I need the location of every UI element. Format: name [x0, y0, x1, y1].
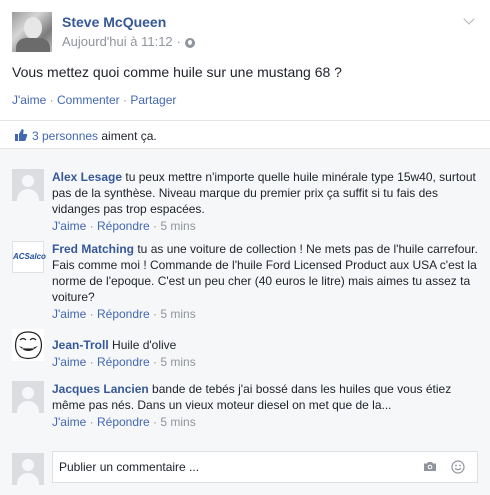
thumbs-up-icon — [15, 129, 28, 141]
comment-reply-button[interactable]: Répondre — [97, 355, 150, 369]
post-timestamp[interactable]: Aujourd'hui à 11:12 — [62, 34, 173, 49]
action-separator: · — [149, 355, 161, 369]
action-separator: · — [86, 307, 97, 321]
action-separator: · — [149, 415, 161, 429]
globe-icon[interactable] — [185, 37, 196, 48]
comment-time[interactable]: 5 mins — [160, 355, 195, 369]
comment-reply-button[interactable]: Répondre — [97, 307, 150, 321]
smiley-icon[interactable] — [451, 460, 465, 474]
comment-time[interactable]: 5 mins — [160, 415, 195, 429]
likes-suffix: aiment ça. — [98, 129, 157, 143]
author-avatar[interactable] — [12, 12, 52, 52]
comment-body: Alex Lesage tu peux mettre n'importe que… — [52, 169, 478, 234]
default-avatar[interactable] — [12, 381, 44, 413]
comment-like-button[interactable]: J'aime — [52, 415, 86, 429]
post-header: Steve McQueen Aujourd'hui à 11:12 · — [12, 12, 478, 56]
comment-like-button[interactable]: J'aime — [52, 355, 86, 369]
post-meta: Aujourd'hui à 11:12 · — [62, 34, 196, 49]
comment-actions: J'aime · Répondre · 5 mins — [52, 306, 478, 322]
action-separator: · — [46, 93, 57, 107]
action-separator: · — [86, 219, 97, 233]
comment-like-button[interactable]: J'aime — [52, 307, 86, 321]
action-separator: · — [86, 355, 97, 369]
avatar-shirt — [16, 38, 50, 52]
like-button[interactable]: J'aime — [12, 93, 46, 107]
facebook-post: Steve McQueen Aujourd'hui à 11:12 · Vous… — [0, 0, 490, 495]
camera-icon[interactable] — [423, 461, 437, 472]
chevron-down-icon[interactable] — [462, 14, 478, 30]
meta-separator: · — [176, 34, 182, 49]
action-separator: · — [149, 219, 161, 233]
comment-body: Jacques Lancien bande de tebés j'ai boss… — [52, 381, 478, 430]
comment-body: Fred Matching tu as une voiture de colle… — [52, 241, 478, 322]
action-separator: · — [149, 307, 161, 321]
comment-actions: J'aime · Répondre · 5 mins — [52, 354, 478, 370]
troll-face-icon[interactable] — [12, 329, 44, 361]
post-author-name[interactable]: Steve McQueen — [62, 14, 166, 30]
comments-section: Alex Lesage tu peux mettre n'importe que… — [0, 148, 490, 495]
action-separator: · — [119, 93, 131, 107]
likes-count-link[interactable]: 3 personnes — [32, 129, 98, 143]
composer-avatar — [12, 453, 44, 485]
comment-button[interactable]: Commenter — [57, 93, 120, 107]
comment-time[interactable]: 5 mins — [160, 307, 195, 321]
share-button[interactable]: Partager — [130, 93, 176, 107]
comment-reply-button[interactable]: Répondre — [97, 219, 150, 233]
default-avatar[interactable] — [12, 169, 44, 201]
comment-author[interactable]: Jacques Lancien — [52, 382, 149, 396]
comment-actions: J'aime · Répondre · 5 mins — [52, 218, 478, 234]
comment-time[interactable]: 5 mins — [160, 219, 195, 233]
comment-author[interactable]: Jean-Troll — [52, 338, 109, 352]
comment-actions: J'aime · Répondre · 5 mins — [52, 414, 478, 430]
logo-avatar[interactable]: ACSalco — [12, 241, 46, 273]
likes-text: 3 personnes aiment ça. — [32, 129, 157, 143]
action-separator: · — [86, 415, 97, 429]
comment-author[interactable]: Alex Lesage — [52, 170, 122, 184]
comment-composer: Publier un commentaire ... — [12, 451, 478, 485]
avatar-face — [24, 17, 42, 39]
comment-reply-button[interactable]: Répondre — [97, 415, 150, 429]
post-actions: J'aime · Commenter · Partager — [12, 93, 176, 107]
comment-body: Jean-Troll Huile d'olive J'aime · Répond… — [52, 337, 478, 370]
comment-author[interactable]: Fred Matching — [52, 242, 134, 256]
post-text: Vous mettez quoi comme huile sur une mus… — [12, 64, 342, 80]
comment-input-placeholder: Publier un commentaire ... — [59, 460, 200, 474]
likes-summary: 3 personnes aiment ça. — [0, 120, 490, 149]
comment-input[interactable]: Publier un commentaire ... — [52, 451, 478, 483]
comment-like-button[interactable]: J'aime — [52, 219, 86, 233]
comment-text: Huile d'olive — [108, 338, 177, 352]
